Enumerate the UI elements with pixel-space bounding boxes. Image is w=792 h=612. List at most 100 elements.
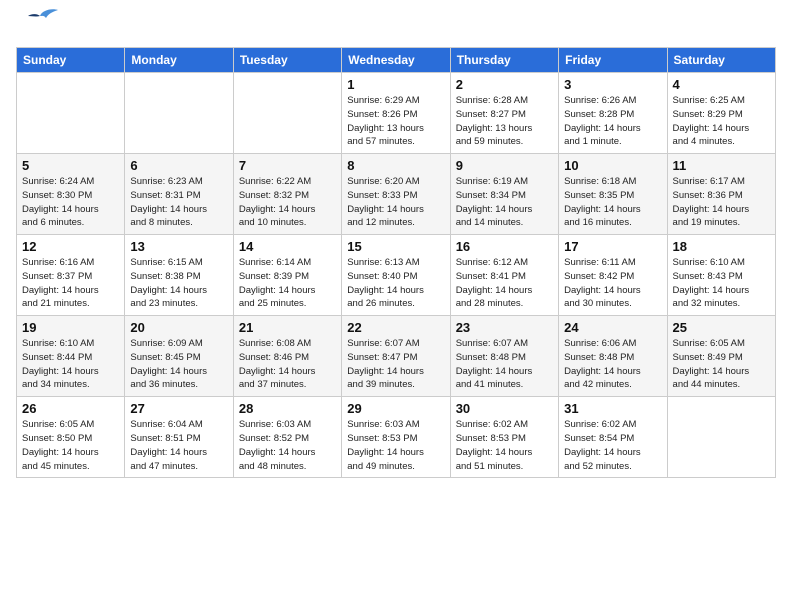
calendar-week-row: 12 Sunrise: 6:16 AM Sunset: 8:37 PM Dayli… xyxy=(17,235,776,316)
day-number: 8 xyxy=(347,158,444,173)
calendar-cell: 13 Sunrise: 6:15 AM Sunset: 8:38 PM Dayli… xyxy=(125,235,233,316)
calendar-cell: 29 Sunrise: 6:03 AM Sunset: 8:53 PM Dayli… xyxy=(342,397,450,478)
day-number: 21 xyxy=(239,320,336,335)
day-number: 19 xyxy=(22,320,119,335)
calendar-cell: 10 Sunrise: 6:18 AM Sunset: 8:35 PM Dayli… xyxy=(559,154,667,235)
day-info: Sunrise: 6:02 AM Sunset: 8:54 PM Dayligh… xyxy=(564,418,661,473)
day-of-week-header: Thursday xyxy=(450,48,558,73)
calendar-cell: 9Sunrise: 6:19 AM Sunset: 8:34 PM Daylig… xyxy=(450,154,558,235)
day-number: 10 xyxy=(564,158,661,173)
calendar-cell: 31 Sunrise: 6:02 AM Sunset: 8:54 PM Dayli… xyxy=(559,397,667,478)
calendar-cell xyxy=(667,397,775,478)
calendar-week-row: 19 Sunrise: 6:10 AM Sunset: 8:44 PM Dayli… xyxy=(17,316,776,397)
day-info: Sunrise: 6:05 AM Sunset: 8:50 PM Dayligh… xyxy=(22,418,119,473)
day-of-week-header: Wednesday xyxy=(342,48,450,73)
day-info: Sunrise: 6:24 AM Sunset: 8:30 PM Dayligh… xyxy=(22,175,119,230)
calendar-cell: 23Sunrise: 6:07 AM Sunset: 8:48 PM Dayli… xyxy=(450,316,558,397)
calendar-cell: 5 Sunrise: 6:24 AM Sunset: 8:30 PM Daylig… xyxy=(17,154,125,235)
day-info: Sunrise: 6:29 AM Sunset: 8:26 PM Dayligh… xyxy=(347,94,444,149)
calendar-cell: 1 Sunrise: 6:29 AM Sunset: 8:26 PM Daylig… xyxy=(342,73,450,154)
day-number: 30 xyxy=(456,401,553,416)
day-number: 11 xyxy=(673,158,770,173)
calendar-cell: 26 Sunrise: 6:05 AM Sunset: 8:50 PM Dayli… xyxy=(17,397,125,478)
calendar-cell xyxy=(17,73,125,154)
day-number: 29 xyxy=(347,401,444,416)
day-number: 3 xyxy=(564,77,661,92)
day-info: Sunrise: 6:08 AM Sunset: 8:46 PM Dayligh… xyxy=(239,337,336,392)
calendar-cell xyxy=(125,73,233,154)
calendar-cell: 6Sunrise: 6:23 AM Sunset: 8:31 PM Daylig… xyxy=(125,154,233,235)
day-info: Sunrise: 6:02 AM Sunset: 8:53 PM Dayligh… xyxy=(456,418,553,473)
day-number: 13 xyxy=(130,239,227,254)
day-info: Sunrise: 6:10 AM Sunset: 8:44 PM Dayligh… xyxy=(22,337,119,392)
day-of-week-header: Friday xyxy=(559,48,667,73)
day-of-week-header: Monday xyxy=(125,48,233,73)
calendar-cell: 27Sunrise: 6:04 AM Sunset: 8:51 PM Dayli… xyxy=(125,397,233,478)
calendar-cell: 8 Sunrise: 6:20 AM Sunset: 8:33 PM Daylig… xyxy=(342,154,450,235)
day-info: Sunrise: 6:20 AM Sunset: 8:33 PM Dayligh… xyxy=(347,175,444,230)
day-number: 14 xyxy=(239,239,336,254)
day-number: 20 xyxy=(130,320,227,335)
calendar-cell: 24Sunrise: 6:06 AM Sunset: 8:48 PM Dayli… xyxy=(559,316,667,397)
calendar-cell: 15 Sunrise: 6:13 AM Sunset: 8:40 PM Dayli… xyxy=(342,235,450,316)
day-info: Sunrise: 6:03 AM Sunset: 8:52 PM Dayligh… xyxy=(239,418,336,473)
day-number: 27 xyxy=(130,401,227,416)
calendar-cell: 7Sunrise: 6:22 AM Sunset: 8:32 PM Daylig… xyxy=(233,154,341,235)
calendar-cell: 18 Sunrise: 6:10 AM Sunset: 8:43 PM Dayli… xyxy=(667,235,775,316)
day-info: Sunrise: 6:07 AM Sunset: 8:48 PM Dayligh… xyxy=(456,337,553,392)
day-info: Sunrise: 6:25 AM Sunset: 8:29 PM Dayligh… xyxy=(673,94,770,149)
day-info: Sunrise: 6:18 AM Sunset: 8:35 PM Dayligh… xyxy=(564,175,661,230)
day-number: 18 xyxy=(673,239,770,254)
calendar-table: SundayMondayTuesdayWednesdayThursdayFrid… xyxy=(16,47,776,478)
day-info: Sunrise: 6:12 AM Sunset: 8:41 PM Dayligh… xyxy=(456,256,553,311)
day-info: Sunrise: 6:05 AM Sunset: 8:49 PM Dayligh… xyxy=(673,337,770,392)
calendar-cell: 22Sunrise: 6:07 AM Sunset: 8:47 PM Dayli… xyxy=(342,316,450,397)
day-info: Sunrise: 6:16 AM Sunset: 8:37 PM Dayligh… xyxy=(22,256,119,311)
day-number: 26 xyxy=(22,401,119,416)
calendar-cell: 25 Sunrise: 6:05 AM Sunset: 8:49 PM Dayli… xyxy=(667,316,775,397)
day-number: 2 xyxy=(456,77,553,92)
day-info: Sunrise: 6:13 AM Sunset: 8:40 PM Dayligh… xyxy=(347,256,444,311)
calendar-cell: 12 Sunrise: 6:16 AM Sunset: 8:37 PM Dayli… xyxy=(17,235,125,316)
day-info: Sunrise: 6:10 AM Sunset: 8:43 PM Dayligh… xyxy=(673,256,770,311)
day-of-week-header: Saturday xyxy=(667,48,775,73)
calendar-week-row: 1 Sunrise: 6:29 AM Sunset: 8:26 PM Daylig… xyxy=(17,73,776,154)
day-info: Sunrise: 6:09 AM Sunset: 8:45 PM Dayligh… xyxy=(130,337,227,392)
day-info: Sunrise: 6:06 AM Sunset: 8:48 PM Dayligh… xyxy=(564,337,661,392)
calendar-cell: 2 Sunrise: 6:28 AM Sunset: 8:27 PM Daylig… xyxy=(450,73,558,154)
day-number: 31 xyxy=(564,401,661,416)
day-info: Sunrise: 6:11 AM Sunset: 8:42 PM Dayligh… xyxy=(564,256,661,311)
day-number: 12 xyxy=(22,239,119,254)
calendar-week-row: 5 Sunrise: 6:24 AM Sunset: 8:30 PM Daylig… xyxy=(17,154,776,235)
calendar-week-row: 26 Sunrise: 6:05 AM Sunset: 8:50 PM Dayli… xyxy=(17,397,776,478)
calendar-cell: 16 Sunrise: 6:12 AM Sunset: 8:41 PM Dayli… xyxy=(450,235,558,316)
day-info: Sunrise: 6:17 AM Sunset: 8:36 PM Dayligh… xyxy=(673,175,770,230)
day-info: Sunrise: 6:28 AM Sunset: 8:27 PM Dayligh… xyxy=(456,94,553,149)
day-number: 7 xyxy=(239,158,336,173)
day-number: 1 xyxy=(347,77,444,92)
day-number: 5 xyxy=(22,158,119,173)
day-number: 15 xyxy=(347,239,444,254)
calendar-cell: 17Sunrise: 6:11 AM Sunset: 8:42 PM Dayli… xyxy=(559,235,667,316)
day-info: Sunrise: 6:26 AM Sunset: 8:28 PM Dayligh… xyxy=(564,94,661,149)
day-info: Sunrise: 6:23 AM Sunset: 8:31 PM Dayligh… xyxy=(130,175,227,230)
calendar-cell: 30 Sunrise: 6:02 AM Sunset: 8:53 PM Dayli… xyxy=(450,397,558,478)
day-number: 28 xyxy=(239,401,336,416)
logo xyxy=(16,16,58,35)
calendar-cell: 4 Sunrise: 6:25 AM Sunset: 8:29 PM Daylig… xyxy=(667,73,775,154)
day-of-week-header: Tuesday xyxy=(233,48,341,73)
day-info: Sunrise: 6:14 AM Sunset: 8:39 PM Dayligh… xyxy=(239,256,336,311)
calendar-cell: 11 Sunrise: 6:17 AM Sunset: 8:36 PM Dayli… xyxy=(667,154,775,235)
day-number: 4 xyxy=(673,77,770,92)
logo-bird-icon xyxy=(22,8,58,35)
day-number: 9 xyxy=(456,158,553,173)
calendar-cell xyxy=(233,73,341,154)
day-number: 25 xyxy=(673,320,770,335)
calendar-cell: 21 Sunrise: 6:08 AM Sunset: 8:46 PM Dayli… xyxy=(233,316,341,397)
day-info: Sunrise: 6:15 AM Sunset: 8:38 PM Dayligh… xyxy=(130,256,227,311)
day-info: Sunrise: 6:03 AM Sunset: 8:53 PM Dayligh… xyxy=(347,418,444,473)
calendar-header-row: SundayMondayTuesdayWednesdayThursdayFrid… xyxy=(17,48,776,73)
day-number: 16 xyxy=(456,239,553,254)
day-number: 22 xyxy=(347,320,444,335)
calendar-cell: 20 Sunrise: 6:09 AM Sunset: 8:45 PM Dayli… xyxy=(125,316,233,397)
